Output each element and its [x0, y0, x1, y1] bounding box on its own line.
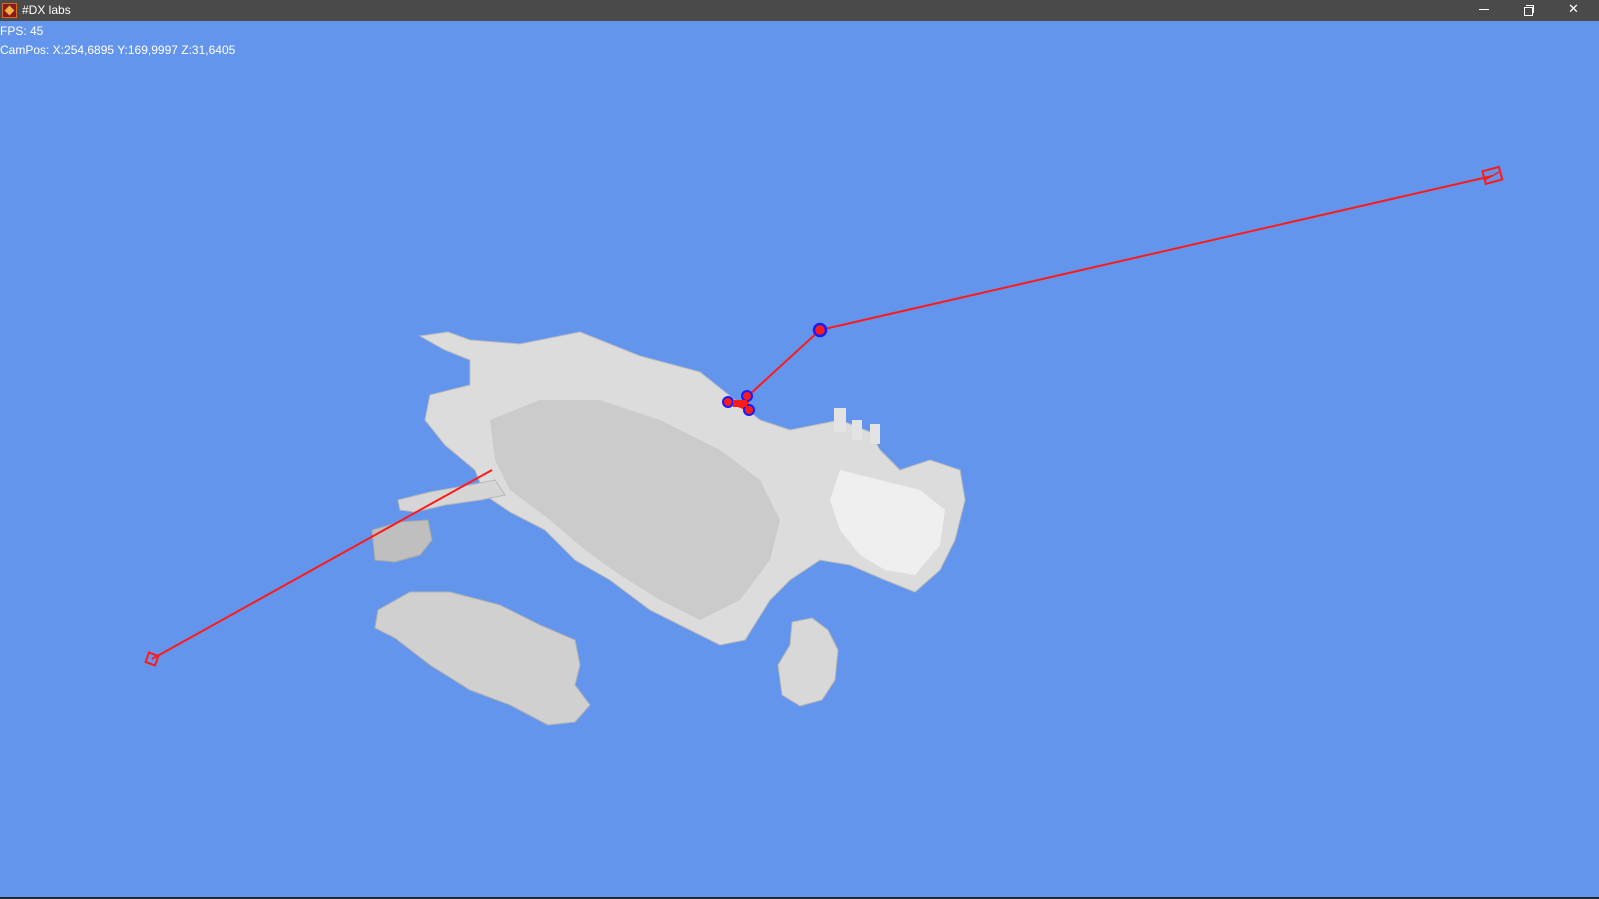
voxel-left-arm — [397, 479, 506, 513]
app-window: #DX labs ✕ FPS: 45 CamPos: X:254,6895 Y:… — [0, 0, 1599, 899]
restore-icon — [1523, 4, 1534, 16]
close-icon: ✕ — [1568, 2, 1579, 17]
title-bar[interactable]: #DX labs ✕ — [0, 0, 1599, 21]
app-icon — [2, 3, 17, 18]
restore-button[interactable] — [1506, 0, 1551, 21]
voxel-model — [371, 331, 966, 726]
voxel-lower-right-chunk — [777, 617, 839, 707]
minimize-icon — [1478, 9, 1489, 10]
voxel-spike — [834, 408, 846, 432]
waypoint-marker — [722, 396, 734, 408]
window-title: #DX labs — [22, 3, 71, 17]
3d-viewport[interactable] — [0, 21, 1599, 899]
fps-counter: FPS: 45 — [0, 24, 44, 38]
voxel-small-chunk — [371, 519, 433, 563]
waypoint-cluster — [733, 400, 747, 407]
waypoint-marker — [741, 390, 753, 402]
camera-position-readout: CamPos: X:254,6895 Y:169,9997 Z:31,6405 — [0, 43, 236, 57]
path-overlay — [144, 165, 1504, 667]
path-end-marker-cross — [1484, 171, 1500, 181]
voxel-lower-slab — [374, 591, 591, 726]
path-line — [727, 175, 1493, 412]
voxel-spike — [852, 420, 862, 440]
minimize-button[interactable] — [1461, 0, 1506, 21]
voxel-spike — [870, 424, 880, 444]
waypoint-marker — [812, 322, 828, 338]
close-button[interactable]: ✕ — [1551, 0, 1596, 21]
